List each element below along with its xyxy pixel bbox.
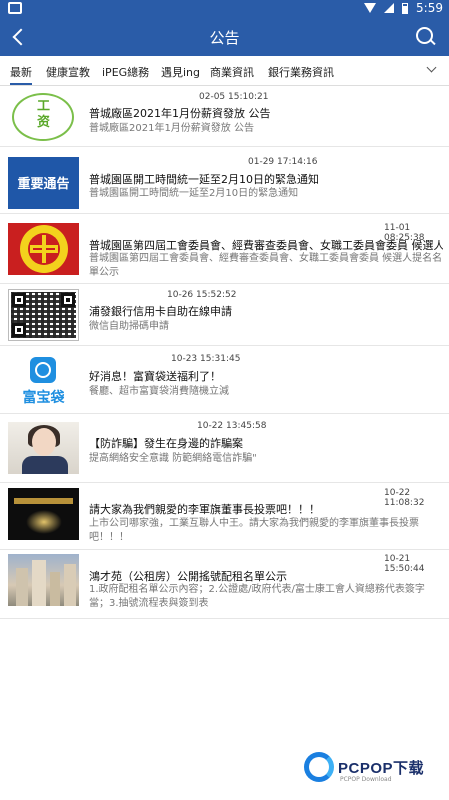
notice-summary: 普城園區第四屆工會委員會、經費審查委員會、女職工委員會委員 候選人提名名單公示 — [89, 253, 443, 278]
app-bar: 公告 — [0, 18, 449, 56]
category-tabs: 最新 健康宣教 iPEG總務 遇見ing 商業資訊 銀行業務資訊 — [0, 56, 449, 86]
notice-summary: 提高網絡安全意識 防範網絡電信詐騙" — [89, 453, 257, 464]
notice-summary: 1.政府配租名單公示內容；2.公證處/政府代表/富士康工會人資總務代表簽字當；3… — [89, 584, 425, 609]
list-item[interactable]: 11-01 08:25:38 普城園區第四屆工會委員會、經費審查委員會、女職工委… — [0, 215, 449, 284]
award-banner-thumbnail — [8, 488, 79, 540]
notice-title: 普城廠區2021年1月份薪資發放 公告 — [89, 107, 271, 120]
search-icon[interactable] — [415, 26, 437, 48]
notice-summary: 普城園區開工時間統一延至2月10日的緊急通知 — [89, 188, 299, 199]
union-logo-thumbnail — [8, 223, 79, 275]
notice-time: 10-22 13:45:58 — [197, 421, 267, 431]
list-item[interactable]: 富宝袋 10-23 15:31:45 好消息！富寶袋送福利了！ 餐廳、超市富寶袋… — [0, 347, 449, 414]
salary-thumbnail: 工 资 — [8, 91, 79, 143]
notice-summary: 上市公司哪家強，工業互聯人中王。請大家為我們親愛的李軍旗董事長投票吧！！！ — [89, 518, 419, 543]
watermark-tagline: PCPOP Download — [340, 776, 392, 783]
list-item[interactable]: 10-21 15:50:44 鴻才苑（公租房）公開搖號配租名單公示 1.政府配租… — [0, 551, 449, 619]
tab-business[interactable]: 商業資訊 — [210, 64, 254, 80]
notice-title: 浦發銀行信用卡自助在線申請 — [89, 305, 232, 318]
list-item[interactable]: 10-22 11:08:32 請大家為我們親愛的李軍旗董事長投票吧！！！ 上市公… — [0, 484, 449, 550]
list-item[interactable]: 工 资 02-05 15:10:21 普城廠區2021年1月份薪資發放 公告 普… — [0, 87, 449, 147]
notice-time: 01-29 17:14:16 — [248, 157, 318, 167]
watermark-brand: PCPOP下载 — [338, 760, 425, 777]
status-icons: 5:59 — [364, 1, 443, 15]
list-item[interactable]: 重要通告 01-29 17:14:16 普城園區開工時間統一延至2月10日的緊急… — [0, 148, 449, 214]
apartments-photo-thumbnail — [8, 554, 79, 606]
notice-time: 10-26 15:52:52 — [167, 290, 237, 300]
pcpop-logo-icon — [304, 752, 334, 782]
fubaodai-logo-thumbnail: 富宝袋 — [8, 355, 79, 407]
tab-meet[interactable]: 遇見ing — [161, 64, 200, 80]
qr-code-thumbnail — [8, 289, 79, 341]
tab-health[interactable]: 健康宣教 — [46, 64, 90, 80]
status-bar: 5:59 — [0, 0, 449, 18]
page-title: 公告 — [209, 29, 240, 47]
watermark: PCPOP下载 PCPOP Download — [304, 750, 444, 790]
clock: 5:59 — [416, 1, 443, 15]
notice-time: 02-05 15:10:21 — [199, 92, 269, 102]
notice-title: 普城園區開工時間統一延至2月10日的緊急通知 — [89, 173, 319, 186]
notice-summary: 普城廠區2021年1月份薪資發放 公告 — [89, 123, 254, 134]
battery-icon — [402, 2, 409, 14]
list-item[interactable]: 10-22 13:45:58 【防詐騙】發生在身邊的詐騙案 提高網絡安全意識 防… — [0, 415, 449, 483]
police-photo-thumbnail — [8, 422, 79, 474]
notice-summary: 餐廳、超市富寶袋消費隨機立減 — [89, 386, 229, 397]
notice-time: 10-23 15:31:45 — [171, 354, 241, 364]
notice-thumbnail: 重要通告 — [8, 157, 79, 209]
chevron-down-icon[interactable] — [427, 64, 437, 74]
signal-icon — [384, 3, 395, 13]
notice-title: 鴻才苑（公租房）公開搖號配租名單公示 — [89, 570, 287, 583]
notice-title: 請大家為我們親愛的李軍旗董事長投票吧！！！ — [89, 503, 320, 516]
list-item[interactable]: 10-26 15:52:52 浦發銀行信用卡自助在線申請 微信自助掃碼申請 — [0, 285, 449, 346]
tab-latest[interactable]: 最新 — [10, 64, 32, 85]
notice-title: 好消息！富寶袋送福利了！ — [89, 370, 221, 383]
notice-title: 普城園區第四屆工會委員會、經費審查委員會、女職工委員會委員 候選人提... — [89, 239, 443, 252]
notice-title: 【防詐騙】發生在身邊的詐騙案 — [89, 437, 243, 450]
notification-icon — [8, 2, 22, 14]
tab-banking[interactable]: 銀行業務資訊 — [268, 64, 334, 80]
tab-ipeg[interactable]: iPEG總務 — [102, 64, 149, 80]
wifi-icon — [364, 3, 377, 13]
notice-summary: 微信自助掃碼申請 — [89, 321, 169, 332]
